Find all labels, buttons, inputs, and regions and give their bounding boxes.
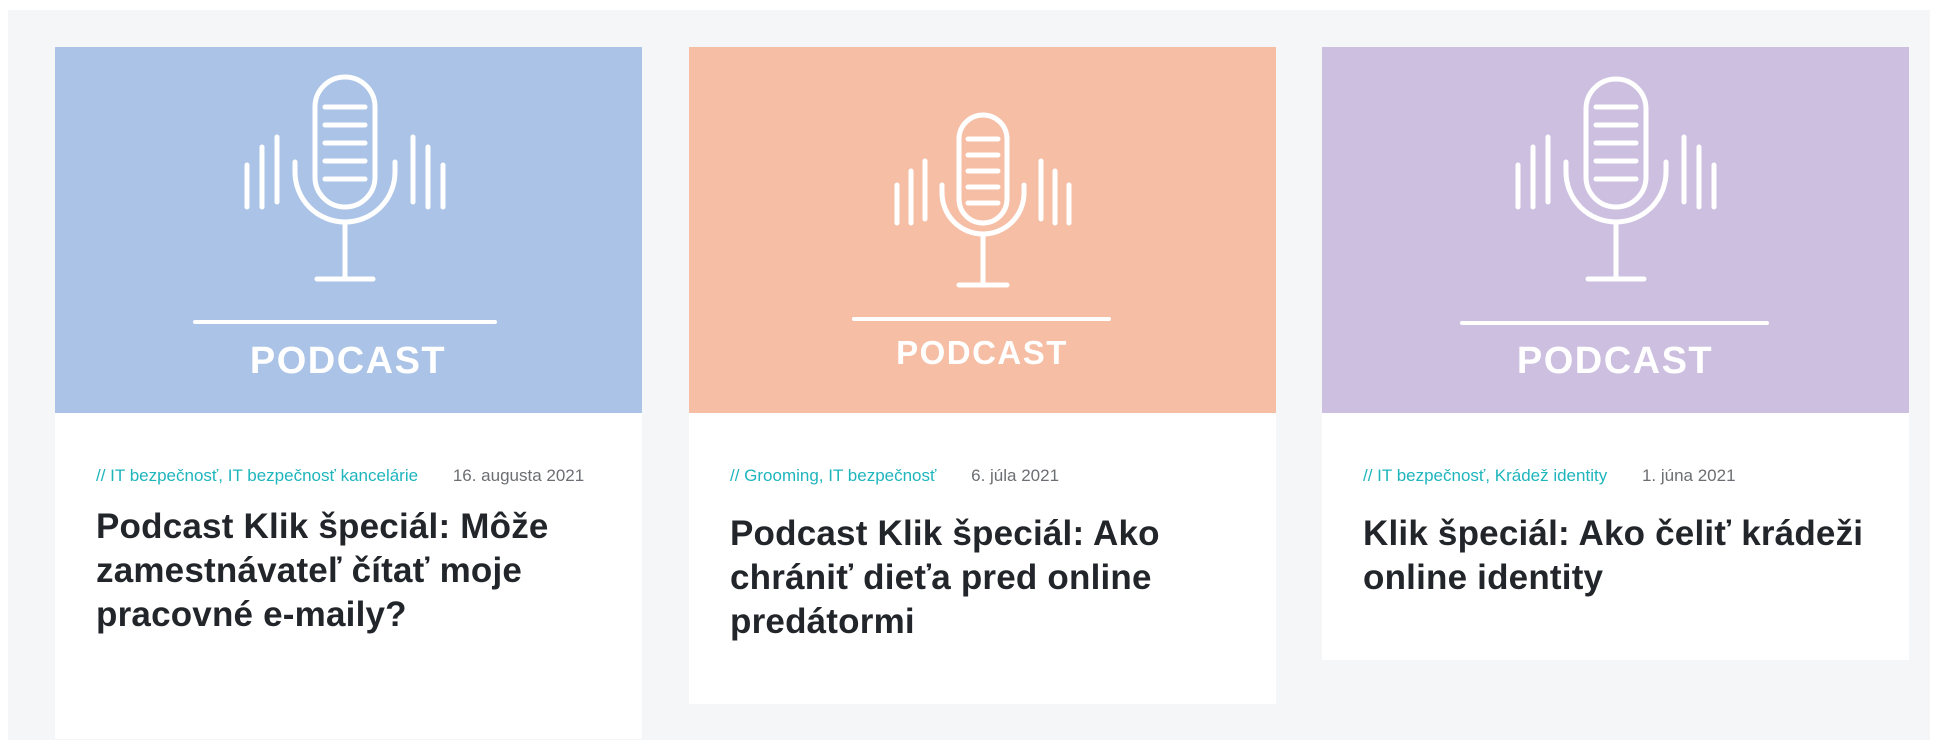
card-title[interactable]: Podcast Klik špeciál: Ako chrániť dieťa …	[730, 512, 1240, 644]
card-thumbnail[interactable]: PODCAST	[1322, 47, 1909, 413]
publish-date: 6. júla 2021	[971, 466, 1060, 485]
card-meta: // IT bezpečnosť, IT bezpečnosť kancelár…	[96, 460, 606, 491]
card-body: // IT bezpečnosť, Krádež identity 1. jún…	[1363, 460, 1873, 600]
category-links[interactable]: // IT bezpečnosť, IT bezpečnosť kancelár…	[96, 466, 418, 485]
thumbnail-label: PODCAST	[1517, 340, 1713, 382]
podcast-card[interactable]: PODCAST // IT bezpečnosť, IT bezpečnosť …	[55, 47, 642, 739]
podcast-card[interactable]: PODCAST // Grooming, IT bezpečnosť 6. jú…	[689, 47, 1276, 704]
thumbnail-label: PODCAST	[250, 340, 446, 382]
card-body: // IT bezpečnosť, IT bezpečnosť kancelár…	[96, 460, 606, 637]
category-links[interactable]: // IT bezpečnosť, Krádež identity	[1363, 466, 1607, 485]
card-meta: // IT bezpečnosť, Krádež identity 1. jún…	[1363, 460, 1873, 491]
podcast-thumbnail-graphic: PODCAST	[689, 47, 1276, 413]
card-thumbnail[interactable]: PODCAST	[55, 47, 642, 413]
podcast-thumbnail-graphic: PODCAST	[55, 47, 642, 413]
card-body: // Grooming, IT bezpečnosť 6. júla 2021 …	[730, 460, 1240, 644]
podcast-thumbnail-graphic: PODCAST	[1322, 47, 1909, 413]
card-thumbnail[interactable]: PODCAST	[689, 47, 1276, 413]
publish-date: 1. júna 2021	[1641, 466, 1736, 485]
card-meta: // Grooming, IT bezpečnosť 6. júla 2021	[730, 460, 1240, 491]
thumbnail-label: PODCAST	[896, 334, 1068, 371]
category-links[interactable]: // Grooming, IT bezpečnosť	[730, 466, 936, 485]
card-title[interactable]: Podcast Klik špeciál: Môže zamestnávateľ…	[96, 505, 606, 637]
card-title[interactable]: Klik špeciál: Ako čeliť krádeži online i…	[1363, 512, 1873, 600]
publish-date: 16. augusta 2021	[452, 466, 585, 485]
podcast-card[interactable]: PODCAST // IT bezpečnosť, Krádež identit…	[1322, 47, 1909, 660]
